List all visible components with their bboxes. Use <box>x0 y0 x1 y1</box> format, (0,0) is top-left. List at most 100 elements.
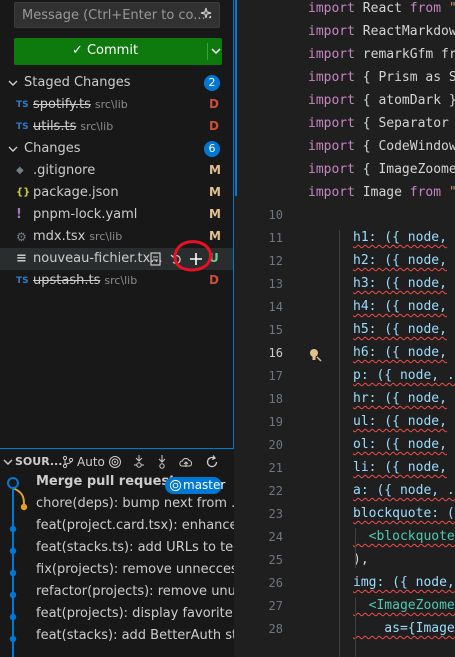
typescript-file-icon: TS <box>16 122 29 132</box>
line-number: 11 <box>268 231 283 245</box>
status-deleted: D <box>209 273 219 287</box>
branch-name: master <box>183 478 226 492</box>
line-number: 13 <box>268 277 283 291</box>
code-line: p: ({ node, . <box>353 368 455 383</box>
file-path: src\lib <box>89 230 123 243</box>
line-number: 15 <box>268 323 283 337</box>
code-text: p: ({ node, . <box>353 368 455 383</box>
code-text: h6: ({ node, <box>353 345 447 360</box>
lightbulb-icon[interactable] <box>307 347 323 363</box>
commit-row[interactable]: feat(stacks): add BetterAuth st... <box>36 628 234 650</box>
sparkle-icon[interactable] <box>198 6 214 22</box>
keyword: from <box>409 185 442 200</box>
file-item-gitignore[interactable]: ◆ .gitignore M <box>0 160 233 182</box>
file-item-upstash[interactable]: TS upstash.ts src\lib D <box>0 270 233 292</box>
line-number: 27 <box>268 599 283 613</box>
code-text: h3: ({ node, <box>353 276 447 291</box>
code-line: ol: ({ node, <box>353 437 447 452</box>
refresh-icon[interactable] <box>204 454 220 470</box>
keyword: import <box>308 70 355 85</box>
chevron-down-icon <box>8 80 18 86</box>
line-number: 22 <box>268 484 283 498</box>
keyword: import <box>308 185 355 200</box>
code-text: { Separator <box>354 116 449 131</box>
status-deleted: D <box>209 97 219 111</box>
status-modified: M <box>209 185 221 199</box>
source-control-panel: Message (Ctrl+Enter to co... ✓ Commit St… <box>0 0 234 449</box>
chevron-down-icon[interactable] <box>210 41 222 61</box>
branch-icon[interactable] <box>61 455 75 469</box>
keyword: import <box>308 47 355 62</box>
file-name: spotify.ts <box>33 97 91 112</box>
file-name: .gitignore <box>33 163 96 178</box>
commit-dot <box>9 547 17 555</box>
commit-message: feat(stacks.ts): add URLs to tec... <box>36 540 234 555</box>
code-text: { ImageZoomer <box>354 162 455 177</box>
file-path: src\lib <box>94 98 128 111</box>
code-text: ol: ({ node, <box>353 437 447 452</box>
staged-changes-header[interactable]: Staged Changes 2 <box>0 72 233 94</box>
line-number: 16 <box>268 346 283 360</box>
line-number: 26 <box>268 576 283 590</box>
code-text: h4: ({ node, <box>353 299 447 314</box>
cloud-upload-icon[interactable] <box>178 454 194 470</box>
mdx-file-icon: ⚙ <box>16 230 27 244</box>
auto-label[interactable]: Auto <box>77 455 105 469</box>
commit-divider <box>207 43 208 60</box>
open-file-icon[interactable] <box>149 252 163 266</box>
branch-badge[interactable]: master <box>165 477 226 494</box>
code-line: img: ({ node, <box>353 575 455 590</box>
file-name: nouveau-fichier.tx... <box>33 251 163 266</box>
fetch-icon[interactable] <box>132 454 146 470</box>
code-text: { Prism as Sy <box>354 70 455 85</box>
code-line: <ImageZoomer <box>353 598 455 613</box>
git-file-icon: ◆ <box>16 165 24 176</box>
file-item-nouveau-fichier[interactable]: ≡ nouveau-fichier.tx... U <box>0 240 233 272</box>
commit-row[interactable]: feat(projects): display favorite ... <box>36 606 234 628</box>
commit-dot <box>9 613 17 621</box>
commit-dot <box>20 503 28 511</box>
file-name: utils.ts <box>33 119 77 134</box>
commit-message: feat(projects): display favorite ... <box>36 606 234 621</box>
json-file-icon: {} <box>16 187 31 198</box>
graph-title: SOUR... <box>15 455 63 468</box>
target-icon <box>169 479 182 492</box>
code-text: ul: ({ node, <box>353 414 447 429</box>
file-item-package-json[interactable]: {} package.json M <box>0 182 233 204</box>
pull-icon[interactable] <box>155 454 169 470</box>
file-path: src\lib <box>104 274 138 287</box>
file-item-pnpm-lock[interactable]: ! pnpm-lock.yaml M <box>0 204 233 226</box>
commit-row[interactable]: fix(projects): remove unneccess... <box>36 562 234 584</box>
commit-button[interactable]: ✓ Commit <box>14 38 222 65</box>
string-literal: " <box>441 1 455 16</box>
code-text: <ImageZoomer <box>353 598 455 613</box>
file-item-spotify[interactable]: TS spotify.ts src\lib D <box>0 94 233 116</box>
commit-dot <box>9 525 17 533</box>
line-number: 20 <box>268 438 283 452</box>
text-file-icon: ≡ <box>16 251 27 266</box>
code-editor[interactable]: import React from "import ReactMarkdowni… <box>235 0 455 657</box>
import-line: import { Separator <box>308 116 449 131</box>
staged-count-badge: 2 <box>204 75 220 91</box>
commit-graph-lines <box>7 477 28 657</box>
code-text: Image <box>354 185 410 200</box>
commit-row[interactable]: refactor(projects): remove unu... <box>36 584 234 606</box>
line-number: 19 <box>268 415 283 429</box>
commit-message-input[interactable]: Message (Ctrl+Enter to co... <box>14 2 220 28</box>
commit-message: fix(projects): remove unneccess... <box>36 562 234 577</box>
status-modified: M <box>209 163 221 177</box>
code-text: li: ({ node, <box>353 460 447 475</box>
commit-dot <box>9 635 17 643</box>
commit-row[interactable]: feat(stacks.ts): add URLs to tec... <box>36 540 234 562</box>
indent-guide <box>355 528 356 568</box>
changes-header[interactable]: Changes 6 <box>0 138 233 160</box>
target-icon[interactable] <box>108 455 122 469</box>
code-line: <blockquote <box>353 529 455 544</box>
code-text: remarkGfm fro <box>354 47 455 62</box>
chevron-down-icon[interactable] <box>2 456 14 468</box>
commit-row[interactable]: feat(project.card.tsx): enhance ... <box>36 518 234 540</box>
file-item-utils[interactable]: TS utils.ts src\lib D <box>0 116 233 138</box>
changes-title: Changes <box>24 141 81 156</box>
commit-row[interactable]: chore(deps): bump next from ... <box>36 496 234 518</box>
code-text: img: ({ node, <box>353 575 455 590</box>
